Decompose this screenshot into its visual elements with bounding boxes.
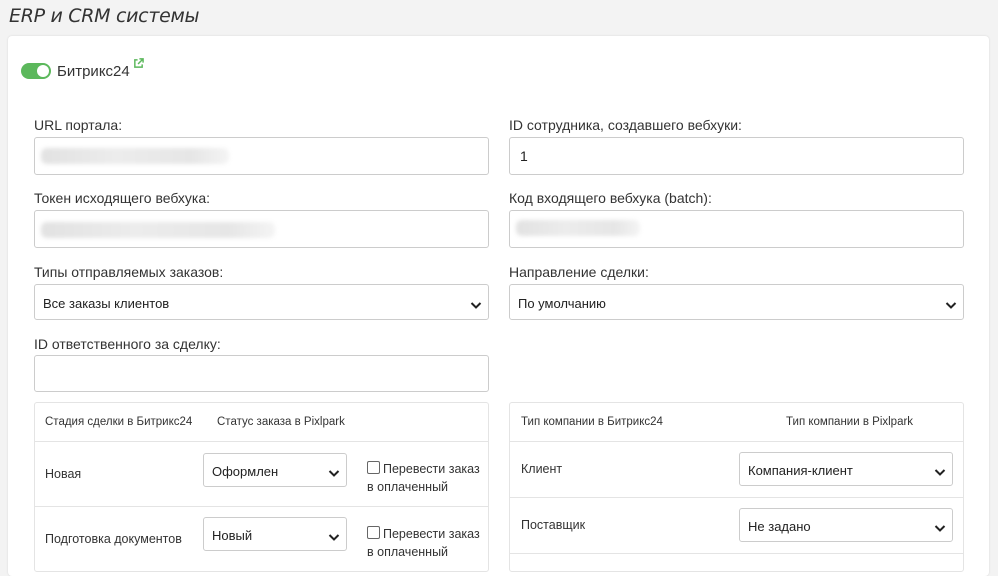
integration-toggle[interactable]	[21, 63, 51, 79]
outgoing-token-input[interactable]	[34, 210, 489, 248]
responsible-id-input[interactable]	[34, 355, 489, 392]
chevron-down-icon	[328, 529, 340, 547]
stages-header-pixlpark: Статус заказа в Pixlpark	[217, 416, 345, 428]
deal-direction-select[interactable]: По умолчанию	[509, 284, 964, 320]
table-divider	[35, 441, 488, 442]
stage-status-select[interactable]: Новый	[203, 517, 347, 551]
chevron-down-icon	[470, 297, 482, 315]
deal-direction-label: Направление сделки:	[509, 264, 649, 280]
order-types-select[interactable]: Все заказы клиентов	[34, 284, 489, 320]
external-link-icon[interactable]	[133, 56, 144, 74]
mark-paid-checkbox-row[interactable]: Перевести заказ в оплаченный	[367, 460, 487, 496]
integration-toggle-row: Битрикс24	[21, 58, 144, 80]
stage-status-select[interactable]: Оформлен	[203, 453, 347, 487]
outgoing-token-label: Токен исходящего вебхука:	[34, 190, 211, 206]
mark-paid-checkbox[interactable]	[367, 461, 380, 474]
page-title: ERP и CRM системы	[9, 5, 200, 27]
mark-paid-checkbox[interactable]	[367, 526, 380, 539]
table-divider	[510, 497, 963, 498]
responsible-id-label: ID ответственного за сделку:	[34, 336, 221, 352]
company-type-select[interactable]: Компания-клиент	[739, 452, 953, 486]
company-type-select[interactable]: Не задано	[739, 508, 953, 542]
table-divider	[510, 553, 963, 554]
redacted-value	[41, 222, 275, 238]
chevron-down-icon	[934, 520, 946, 538]
table-row-stage: Новая	[45, 467, 82, 481]
employee-id-label: ID сотрудника, создавшего вебхуки:	[509, 117, 742, 133]
portal-url-label: URL портала:	[34, 117, 123, 133]
incoming-code-label: Код входящего вебхука (batch):	[509, 190, 712, 206]
order-types-label: Типы отправляемых заказов:	[34, 264, 224, 280]
redacted-value	[41, 148, 229, 164]
table-divider	[35, 506, 488, 507]
table-row-company-type: Поставщик	[521, 518, 586, 532]
chevron-down-icon	[945, 297, 957, 315]
stages-header-bitrix: Стадия сделки в Битрикс24	[45, 416, 193, 428]
employee-id-input[interactable]: 1	[509, 137, 964, 175]
table-row-stage: Подготовка документов	[45, 532, 182, 546]
portal-url-input[interactable]	[34, 137, 489, 175]
company-header-bitrix: Тип компании в Битрикс24	[521, 416, 663, 428]
table-row-company-type: Клиент	[521, 462, 563, 476]
chevron-down-icon	[934, 464, 946, 482]
chevron-down-icon	[328, 465, 340, 483]
mark-paid-checkbox-row[interactable]: Перевести заказ в оплаченный	[367, 525, 487, 561]
table-divider	[510, 441, 963, 442]
incoming-code-input[interactable]	[509, 210, 964, 248]
company-header-pixlpark: Тип компании в Pixlpark	[786, 416, 914, 428]
redacted-value	[516, 220, 640, 236]
integration-name: Битрикс24	[57, 62, 130, 80]
